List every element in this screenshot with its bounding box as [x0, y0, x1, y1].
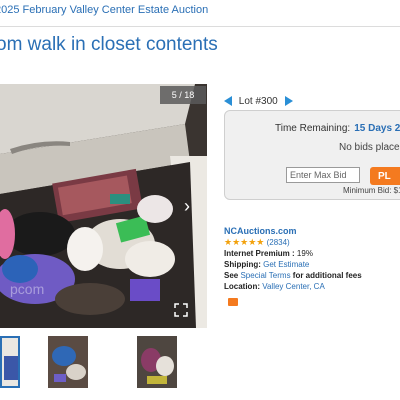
- time-label: Time Remaining:: [275, 123, 351, 134]
- shipping: Shipping: Get Estimate: [224, 259, 400, 270]
- time-remaining: Time Remaining:15 Days 23 H: [275, 123, 400, 134]
- next-lot-icon[interactable]: [284, 96, 293, 107]
- thumbnail[interactable]: [0, 336, 20, 388]
- expand-icon[interactable]: [173, 302, 189, 318]
- breadcrumb-link[interactable]: 2025 February Valley Center Estate Aucti…: [0, 4, 208, 16]
- shipping-label: Shipping:: [224, 260, 261, 269]
- seller-rating: ★★★★★ (2834): [224, 237, 400, 248]
- ribbon-icon: [228, 298, 238, 306]
- watermark: pcom: [10, 281, 44, 297]
- special-terms: See Special Terms for additional fees: [224, 270, 400, 281]
- premium-label: Internet Premium :: [224, 249, 295, 258]
- seller-name[interactable]: NCAuctions.com: [224, 226, 400, 237]
- next-photo-icon[interactable]: ›: [180, 194, 194, 218]
- location-label: Location:: [224, 282, 260, 291]
- thumbnail[interactable]: [48, 336, 88, 388]
- see-label: See: [224, 271, 239, 280]
- rating-count[interactable]: (2834): [267, 238, 290, 247]
- photo-counter: 5 / 18: [160, 86, 206, 104]
- lot-photo: pcom: [0, 84, 207, 328]
- max-bid-input[interactable]: [286, 167, 360, 183]
- bid-panel: Time Remaining:15 Days 23 H No bids plac…: [224, 110, 400, 200]
- time-value: 15 Days 23 H: [354, 123, 400, 134]
- divider: [0, 26, 400, 27]
- previous-lot-icon[interactable]: [224, 96, 232, 107]
- seller-info: NCAuctions.com ★★★★★ (2834) Internet Pre…: [224, 226, 400, 292]
- breadcrumb[interactable]: 2025 February Valley Center Estate Aucti…: [0, 4, 400, 16]
- special-terms-link[interactable]: Special Terms: [240, 271, 290, 280]
- internet-premium: Internet Premium : 19%: [224, 248, 400, 259]
- minimum-bid: Minimum Bid: $1: [343, 186, 400, 195]
- additional-fees-label: for additional fees: [292, 271, 362, 280]
- bid-status: No bids placed: [339, 142, 400, 153]
- thumbnail[interactable]: [137, 336, 177, 388]
- page-title: om walk in closet contents: [0, 34, 218, 55]
- get-estimate-link[interactable]: Get Estimate: [263, 260, 309, 269]
- rating-stars-icon: ★★★★★: [224, 237, 265, 247]
- lot-number: Lot #300: [238, 96, 278, 107]
- lot-navigation: Lot #300: [224, 96, 293, 110]
- location: Location: Valley Center, CA: [224, 281, 400, 292]
- location-link[interactable]: Valley Center, CA: [262, 282, 325, 291]
- photo-viewer[interactable]: pcom: [0, 84, 207, 328]
- place-bid-button[interactable]: PL: [370, 167, 400, 185]
- premium-value: 19%: [296, 249, 313, 258]
